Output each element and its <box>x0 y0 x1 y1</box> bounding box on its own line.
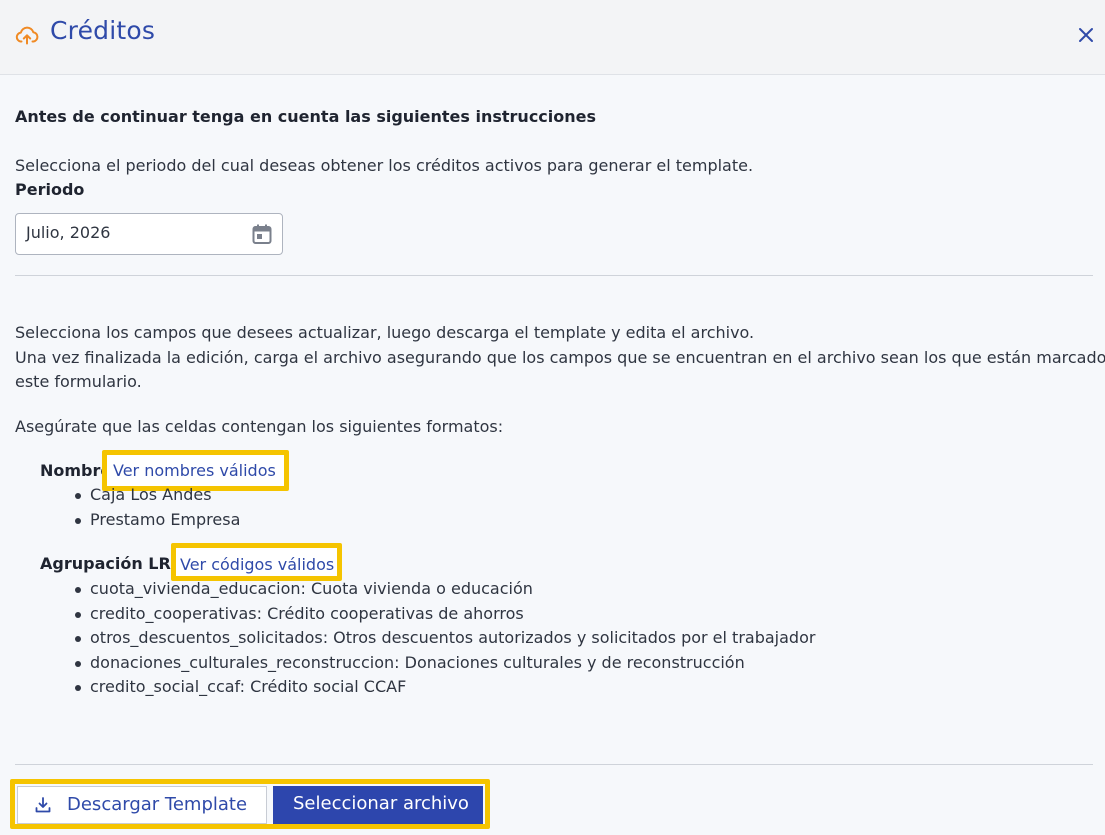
period-help-text: Selecciona el periodo del cual deseas ob… <box>15 156 754 175</box>
select-file-label: Seleccionar archivo <box>293 793 469 814</box>
formats-intro: Asegúrate que las celdas contengan los s… <box>15 417 504 436</box>
list-item: otros_descuentos_solicitados: Otros desc… <box>74 626 815 651</box>
modal-header: Créditos <box>0 0 1105 75</box>
fields-help-line-2: Una vez finalizada la edición, carga el … <box>15 348 1105 367</box>
agrupacion-valid-link[interactable]: Ver códigos válidos <box>180 553 334 577</box>
list-item: donaciones_culturales_reconstruccion: Do… <box>74 651 815 676</box>
list-item: credito_social_ccaf: Crédito social CCAF <box>74 675 815 700</box>
agrupacion-label: Agrupación LRE <box>40 554 182 573</box>
nombre-valid-link[interactable]: Ver nombres válidos <box>113 459 276 483</box>
download-template-label: Descargar Template <box>67 794 248 815</box>
download-icon <box>35 797 51 813</box>
cloud-upload-icon <box>15 26 39 45</box>
fields-help-line-1: Selecciona los campos que desees actuali… <box>15 323 755 342</box>
calendar-icon[interactable] <box>250 222 274 246</box>
select-file-button[interactable]: Seleccionar archivo <box>273 786 483 824</box>
list-item: Caja Los Andes <box>74 483 240 508</box>
period-value: Julio, 2026 <box>26 223 111 242</box>
nombre-list: Caja Los Andes Prestamo Empresa <box>74 483 240 533</box>
agrupacion-link-highlight: Ver códigos válidos <box>171 543 342 581</box>
period-label: Periodo <box>15 180 85 199</box>
list-item: Prestamo Empresa <box>74 508 240 533</box>
modal-title: Créditos <box>50 16 156 45</box>
period-date-input[interactable]: Julio, 2026 <box>15 213 283 255</box>
divider <box>15 275 1093 276</box>
list-item: cuota_vivienda_educacion: Cuota vivienda… <box>74 577 815 602</box>
instructions-heading: Antes de continuar tenga en cuenta las s… <box>15 107 597 126</box>
close-icon[interactable] <box>1077 26 1095 44</box>
footer-divider <box>15 764 1093 765</box>
nombre-label: Nombre <box>40 461 112 480</box>
list-item: credito_cooperativas: Crédito cooperativ… <box>74 602 815 627</box>
agrupacion-list: cuota_vivienda_educacion: Cuota vivienda… <box>74 577 815 700</box>
fields-help-line-3: este formulario. <box>15 372 142 391</box>
download-template-button[interactable]: Descargar Template <box>17 786 267 824</box>
